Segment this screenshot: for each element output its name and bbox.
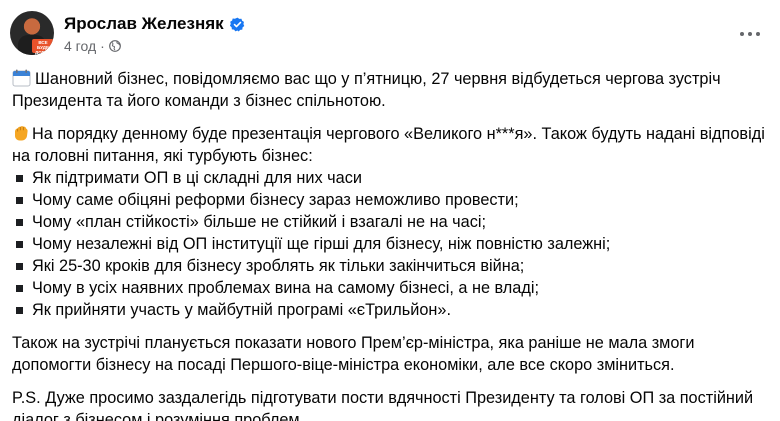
paragraph-postscript: P.S. Дуже просимо заздалегідь підготуват… — [12, 389, 754, 421]
list-item: Які 25-30 кроків для бізнесу зроблять як… — [12, 255, 772, 277]
list-item: Чому незалежні від ОП інституції ще гірш… — [12, 233, 772, 255]
facebook-post: ВСЕ БУДЕ ДОБРЕ Ярослав Железняк 4 год · — [0, 0, 780, 421]
more-dot-icon — [748, 32, 752, 36]
bullet-icon — [16, 174, 23, 182]
list-item-text: Чому «план стійкості» більше не стійкий … — [32, 213, 486, 231]
more-dot-icon — [756, 32, 760, 36]
bullet-icon — [16, 196, 23, 204]
author-row: Ярослав Железняк — [64, 13, 245, 35]
author-name[interactable]: Ярослав Железняк — [64, 14, 224, 34]
verified-badge-icon — [229, 17, 245, 32]
avatar[interactable]: ВСЕ БУДЕ ДОБРЕ — [10, 11, 54, 55]
announcement-text: Шановний бізнес, повідомляємо вас що у п… — [12, 70, 721, 110]
post-body: Шановний бізнес, повідомляємо вас що у п… — [12, 68, 772, 421]
agenda-text: На порядку денному буде презентація черг… — [12, 125, 765, 165]
post-timestamp[interactable]: 4 год — [64, 38, 96, 54]
list-item: Як прийняти участь у майбутній програмі … — [12, 299, 772, 321]
list-item: Як підтримати ОП в ці складні для них ча… — [12, 167, 772, 189]
agenda-list: Як підтримати ОП в ці складні для них ча… — [12, 167, 772, 321]
separator-dot: · — [100, 38, 105, 54]
globe-icon — [108, 40, 121, 52]
list-item-text: Чому саме обіцяні реформи бізнесу зараз … — [32, 191, 519, 209]
list-item-text: Чому незалежні від ОП інституції ще гірш… — [32, 235, 611, 253]
post-header: ВСЕ БУДЕ ДОБРЕ Ярослав Железняк 4 год · — [10, 11, 245, 55]
bullet-icon — [16, 218, 23, 226]
list-item-text: Які 25-30 кроків для бізнесу зроблять як… — [32, 257, 525, 275]
paragraph-agenda: На порядку денному буде презентація черг… — [12, 123, 772, 167]
fist-icon — [12, 124, 30, 142]
bullet-icon — [16, 306, 23, 314]
bullet-icon — [16, 262, 23, 270]
list-item: Чому «план стійкості» більше не стійкий … — [12, 211, 772, 233]
list-item-text: Як прийняти участь у майбутній програмі … — [32, 301, 451, 319]
post-meta: Ярослав Железняк 4 год · — [64, 13, 245, 55]
post-subline: 4 год · — [64, 37, 245, 55]
paragraph-prime-minister: Також на зустрічі планується показати но… — [12, 334, 695, 374]
list-item: Чому в усіх наявних проблемах вина на са… — [12, 277, 772, 299]
paragraph-announcement: Шановний бізнес, повідомляємо вас що у п… — [12, 68, 772, 112]
list-item-text: Чому в усіх наявних проблемах вина на са… — [32, 279, 539, 297]
list-item-text: Як підтримати ОП в ці складні для них ча… — [32, 169, 362, 187]
list-item: Чому саме обіцяні реформи бізнесу зараз … — [12, 189, 772, 211]
avatar-badge: ВСЕ БУДЕ ДОБРЕ — [32, 39, 54, 55]
more-options-button[interactable] — [732, 22, 768, 46]
bullet-icon — [16, 284, 23, 292]
more-dot-icon — [740, 32, 744, 36]
calendar-icon — [12, 69, 31, 87]
bullet-icon — [16, 240, 23, 248]
